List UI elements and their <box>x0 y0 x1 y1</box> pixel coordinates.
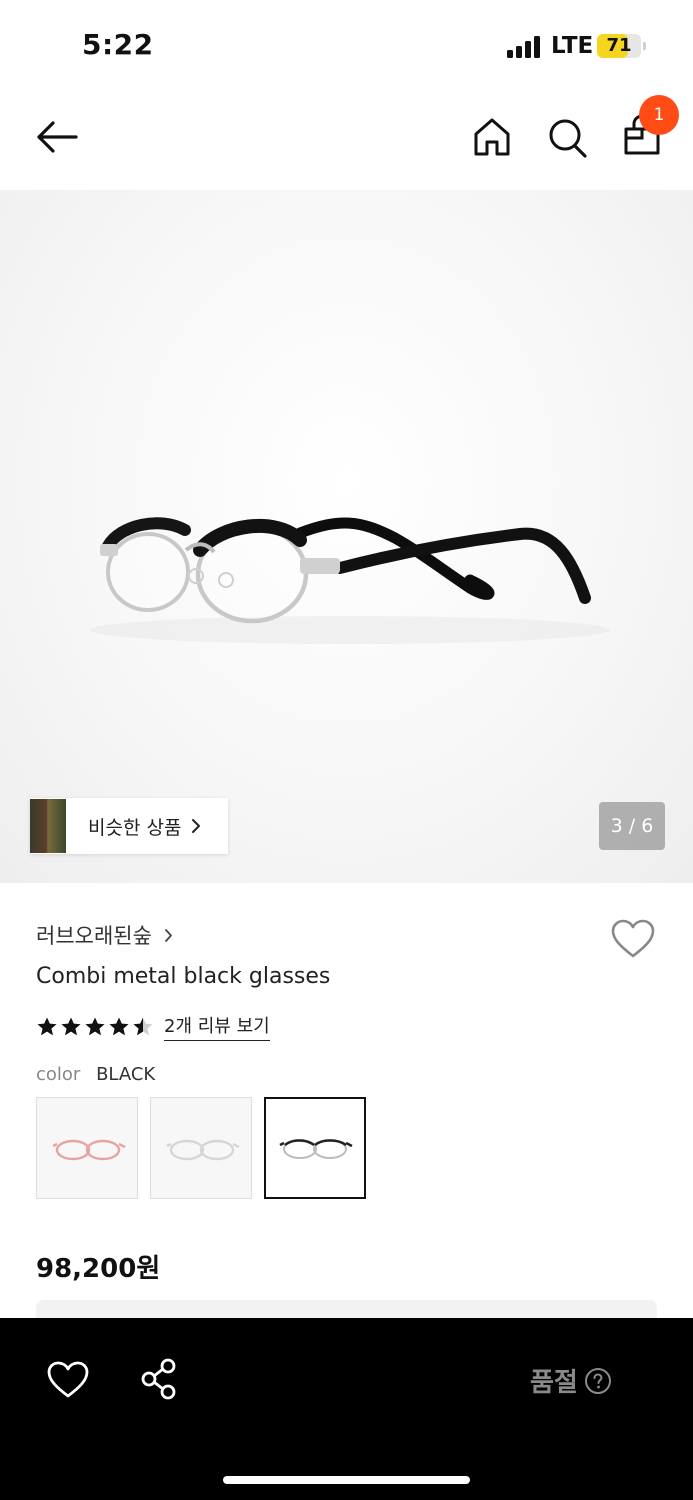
swatch-pink[interactable] <box>36 1097 138 1199</box>
battery-tip <box>643 42 646 50</box>
network-type: LTE <box>551 33 594 59</box>
rating-stars <box>36 1016 156 1038</box>
home-button[interactable] <box>470 114 514 160</box>
similar-products-button[interactable]: 비슷한 상품 <box>30 798 228 854</box>
similar-products-label: 비슷한 상품 <box>88 816 182 839</box>
similar-products-thumbnail <box>30 799 66 853</box>
star-icon <box>37 1017 57 1035</box>
heart-icon <box>611 919 655 958</box>
star-icon <box>61 1017 81 1035</box>
chevron-right-icon <box>165 928 172 942</box>
heart-icon <box>47 1361 89 1398</box>
status-bar: 5:22 LTE 71 <box>0 0 693 90</box>
bottom-wishlist-button[interactable] <box>46 1360 90 1400</box>
share-button[interactable] <box>138 1358 180 1400</box>
star-icon <box>109 1017 129 1035</box>
search-button[interactable] <box>545 114 589 160</box>
arrow-left-icon <box>37 121 78 153</box>
status-time: 5:22 <box>82 28 154 61</box>
home-indicator <box>223 1476 470 1484</box>
glasses-thumbnail <box>166 1139 240 1161</box>
wishlist-button[interactable] <box>610 918 656 960</box>
image-page-indicator: 3 / 6 <box>599 802 665 850</box>
cart-badge: 1 <box>639 95 679 135</box>
battery-icon: 71 <box>597 34 641 58</box>
glasses-image <box>90 517 610 644</box>
star-icon <box>133 1017 153 1035</box>
product-image-gallery[interactable]: 비슷한 상품 3 / 6 <box>0 190 693 883</box>
brand-link[interactable]: 러브오래된숲 <box>36 920 173 950</box>
signal-icon <box>507 36 543 58</box>
color-swatches <box>36 1097 378 1199</box>
brand-name: 러브오래된숲 <box>36 924 152 948</box>
battery-level: 71 <box>606 35 632 56</box>
product-name: Combi metal black glasses <box>36 964 331 989</box>
bottom-action-bar: 품절 <box>0 1318 693 1500</box>
glasses-thumbnail <box>52 1139 126 1161</box>
sold-out-status: 품절 <box>530 1362 612 1399</box>
search-icon <box>549 119 587 158</box>
color-label: color <box>36 1064 81 1085</box>
sold-out-label: 품절 <box>530 1368 578 1398</box>
share-icon <box>141 1358 176 1400</box>
color-option: color BLACK <box>36 1064 155 1085</box>
swatch-black[interactable] <box>264 1097 366 1199</box>
glasses-thumbnail <box>279 1139 353 1159</box>
star-icon <box>85 1017 105 1035</box>
swatch-silver[interactable] <box>150 1097 252 1199</box>
back-button[interactable] <box>34 114 80 160</box>
product-price: 98,200원 <box>36 1254 161 1284</box>
reviews-link[interactable]: 2개 리뷰 보기 <box>164 1012 270 1041</box>
chevron-right-icon <box>192 819 201 833</box>
home-icon <box>474 118 510 156</box>
rating-row: 2개 리뷰 보기 <box>36 1012 270 1041</box>
color-value: BLACK <box>96 1064 156 1085</box>
question-circle-icon[interactable] <box>584 1367 612 1395</box>
